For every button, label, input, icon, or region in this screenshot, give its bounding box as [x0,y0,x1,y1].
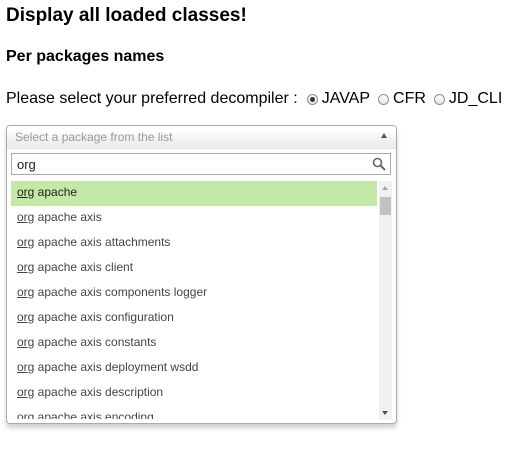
package-search-input[interactable] [12,154,364,174]
result-rest-text: apache axis components logger [34,285,208,299]
result-match-text: org [17,310,35,324]
result-match-text: org [17,385,35,399]
radio-button-cfr[interactable] [378,93,390,105]
result-rest-text: apache axis constants [34,335,157,349]
result-match-text: org [17,185,35,199]
scroll-down-arrow-icon[interactable] [382,411,388,415]
package-dropdown[interactable]: Select a package from the list org apach… [6,125,397,424]
caret-up-icon[interactable] [381,133,387,138]
result-rest-text: apache axis deployment wsdd [34,360,199,374]
scroll-up-arrow-icon[interactable] [382,186,388,190]
radio-option-javap[interactable]: JAVAP [306,90,370,108]
radio-option-jd-cli[interactable]: JD_CLI [433,90,502,108]
result-rest-text: apache axis attachments [34,235,171,249]
radio-option-cfr[interactable]: CFR [378,90,426,108]
package-result-item[interactable]: org apache axis [11,206,377,231]
package-result-item[interactable]: org apache axis deployment wsdd [11,356,377,381]
result-match-text: org [17,360,35,374]
result-match-text: org [17,285,35,299]
page: Display all loaded classes! Per packages… [0,0,532,450]
package-result-item[interactable]: org apache axis attachments [11,231,377,256]
result-rest-text: apache axis [34,210,102,224]
package-dropdown-placeholder: Select a package from the list [15,130,173,144]
result-match-text: org [17,410,35,419]
results-scrollbar[interactable] [379,181,392,420]
radio-label-javap[interactable]: JAVAP [322,90,370,108]
package-result-item[interactable]: org apache axis encoding [11,406,377,419]
package-result-item[interactable]: org apache axis client [11,256,377,281]
decompiler-prompt: Please select your preferred decompiler … [6,90,298,107]
search-icon [372,157,386,171]
package-result-item[interactable]: org apache axis description [11,381,377,406]
result-rest-text: apache axis configuration [34,310,174,324]
page-title: Display all loaded classes! [6,5,247,26]
package-results-list: org apache org apache axis org apache axis… [11,181,377,419]
result-rest-text: apache axis description [34,385,164,399]
result-rest-text: apache [34,185,78,199]
scrollbar-thumb[interactable] [380,197,391,215]
package-dropdown-header[interactable]: Select a package from the list [7,126,396,149]
radio-button-jd-cli[interactable] [433,93,445,105]
package-search-box[interactable] [11,153,391,175]
radio-label-cfr[interactable]: CFR [393,90,426,108]
section-subtitle: Per packages names [6,48,165,65]
result-rest-text: apache axis encoding [34,410,154,419]
radio-button-javap[interactable] [306,93,318,105]
package-result-item[interactable]: org apache axis configuration [11,306,377,331]
package-result-item[interactable]: org apache axis components logger [11,281,377,306]
result-match-text: org [17,235,35,249]
radio-label-jd-cli[interactable]: JD_CLI [449,90,502,108]
result-rest-text: apache axis client [34,260,134,274]
result-match-text: org [17,260,35,274]
result-match-text: org [17,335,35,349]
package-result-item[interactable]: org apache axis constants [11,331,377,356]
package-result-item[interactable]: org apache [11,181,377,206]
result-match-text: org [17,210,35,224]
decompiler-selector: Please select your preferred decompiler … [6,88,510,110]
